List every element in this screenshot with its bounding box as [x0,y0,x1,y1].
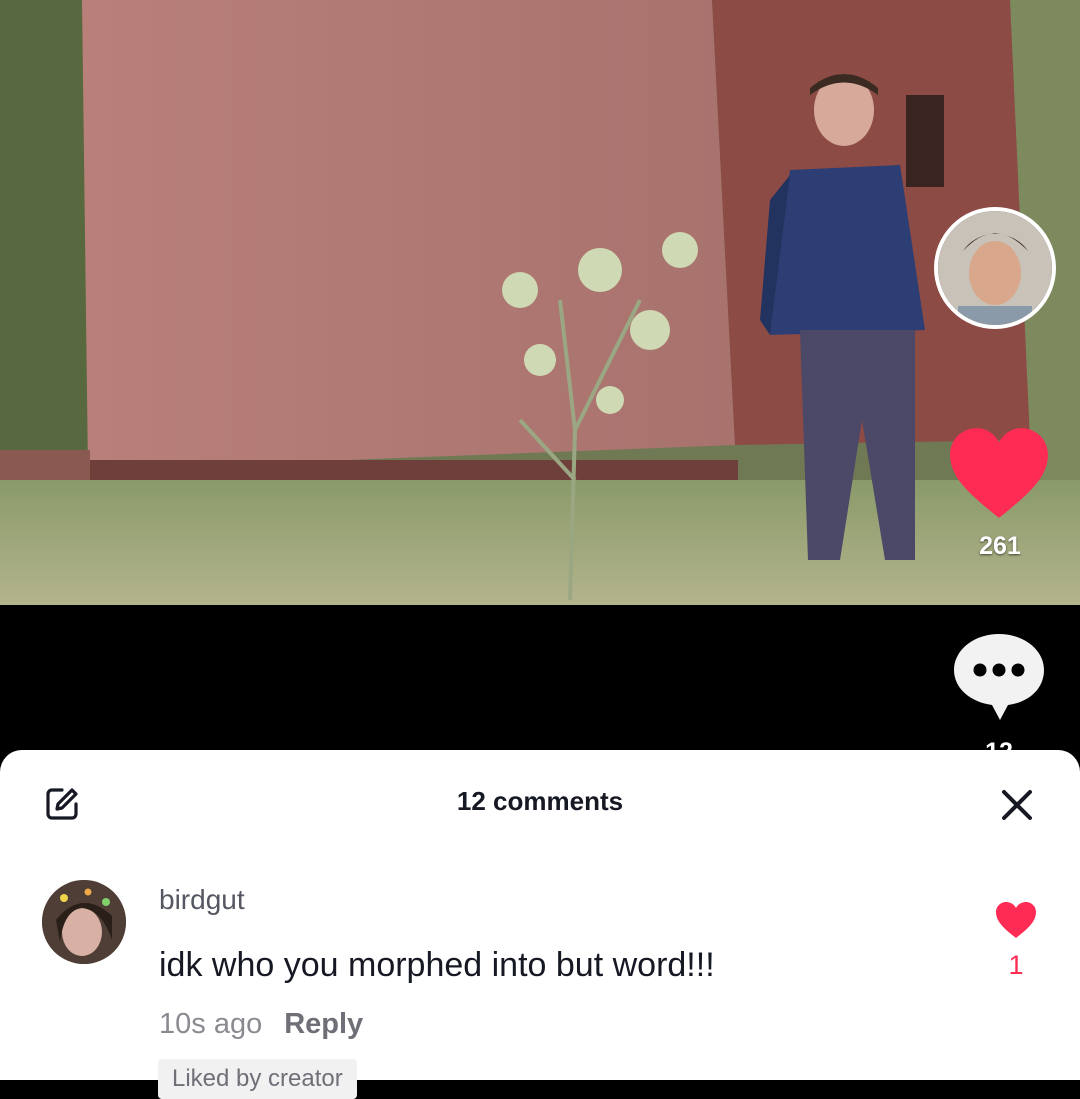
comment-item: birdgut idk who you morphed into but wor… [0,876,1080,1099]
video-player[interactable]: 261 12 [0,0,1080,760]
comments-sheet-header: 12 comments [0,750,1080,854]
liked-by-creator-badge: Liked by creator [158,1059,357,1099]
comments-sheet: 12 comments birdgut idk who you morphed … [0,750,1080,1099]
comment-text: idk who you morphed into but word!!! [159,946,715,984]
heart-icon[interactable] [948,425,1050,521]
creator-avatar[interactable] [934,207,1056,329]
video-frame-photo [0,0,1080,605]
comment-like-count: 1 [1008,950,1024,980]
comments-count-title: 12 comments [456,786,624,816]
comment-timestamp: 10s ago [159,1008,263,1040]
commenter-avatar[interactable] [42,880,126,964]
comment-meta: 10s ago Reply [159,1008,363,1041]
comment-bubble-icon[interactable] [950,630,1048,722]
comment-heart-icon[interactable] [994,900,1038,940]
reply-button[interactable]: Reply [284,1008,363,1040]
comment-username[interactable]: birdgut [159,884,245,916]
close-icon[interactable] [1000,788,1034,822]
like-count: 261 [979,532,1021,560]
